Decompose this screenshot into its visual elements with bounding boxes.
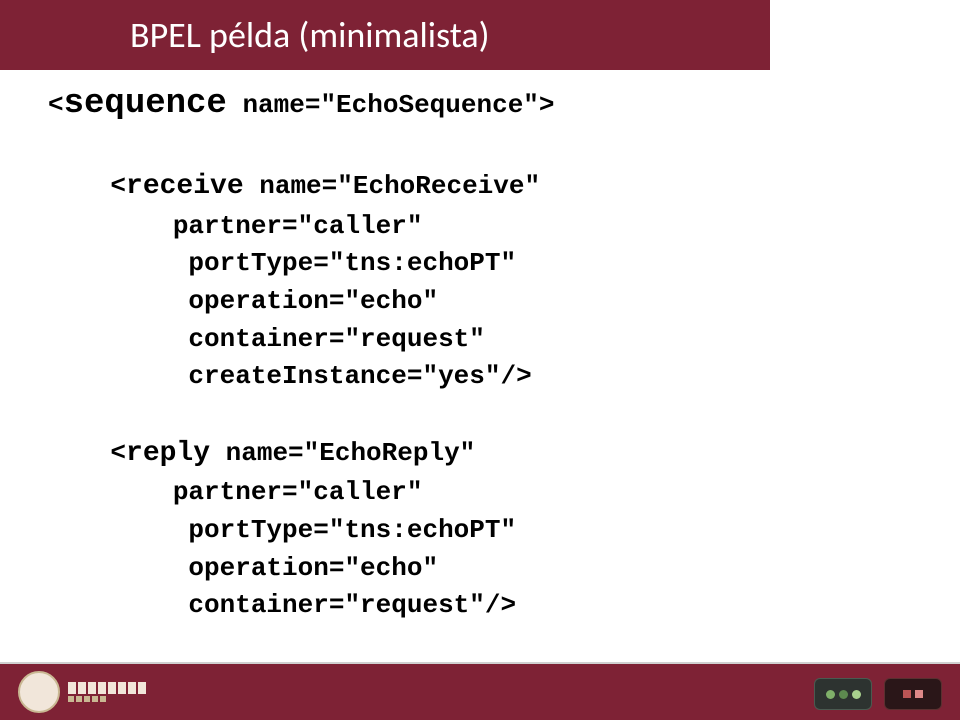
t-l11: operation="echo" bbox=[48, 553, 438, 583]
title-bar: BPEL példa (minimalista) bbox=[0, 0, 770, 70]
wordmark-bottom bbox=[68, 696, 146, 702]
kw-reply: reply bbox=[126, 438, 210, 469]
slide-root: BPEL példa (minimalista) <sequence name=… bbox=[0, 0, 960, 720]
t-l8c: name="EchoReply" bbox=[210, 438, 475, 468]
slide-title: BPEL példa (minimalista) bbox=[130, 13, 490, 57]
seal-icon bbox=[18, 671, 60, 713]
t-l10: portType="tns:echoPT" bbox=[48, 515, 516, 545]
wordmark-block bbox=[68, 682, 146, 702]
badge-green-icon bbox=[814, 678, 872, 710]
t-l8a: < bbox=[48, 438, 126, 468]
footer-badges bbox=[814, 678, 942, 710]
t-l4: portType="tns:echoPT" bbox=[48, 248, 516, 278]
t-l1a: < bbox=[48, 90, 64, 120]
t-l1c: name="EchoSequence"> bbox=[227, 90, 555, 120]
badge-red-icon bbox=[884, 678, 942, 710]
t-l5: operation="echo" bbox=[48, 286, 438, 316]
t-l2c: name="EchoReceive" bbox=[244, 171, 540, 201]
kw-sequence-open: sequence bbox=[64, 85, 227, 123]
footer-bar bbox=[0, 664, 960, 720]
t-l7: createInstance="yes"/> bbox=[48, 361, 532, 391]
university-logo bbox=[18, 670, 228, 714]
t-l6: container="request" bbox=[48, 324, 485, 354]
t-l3: partner="caller" bbox=[48, 211, 422, 241]
code-block: <sequence name="EchoSequence"> <receive … bbox=[48, 80, 555, 712]
t-l2a: < bbox=[48, 171, 126, 201]
t-l9: partner="caller" bbox=[48, 477, 422, 507]
wordmark-top bbox=[68, 682, 146, 694]
t-l12: container="request"/> bbox=[48, 590, 516, 620]
kw-receive: receive bbox=[126, 171, 244, 202]
